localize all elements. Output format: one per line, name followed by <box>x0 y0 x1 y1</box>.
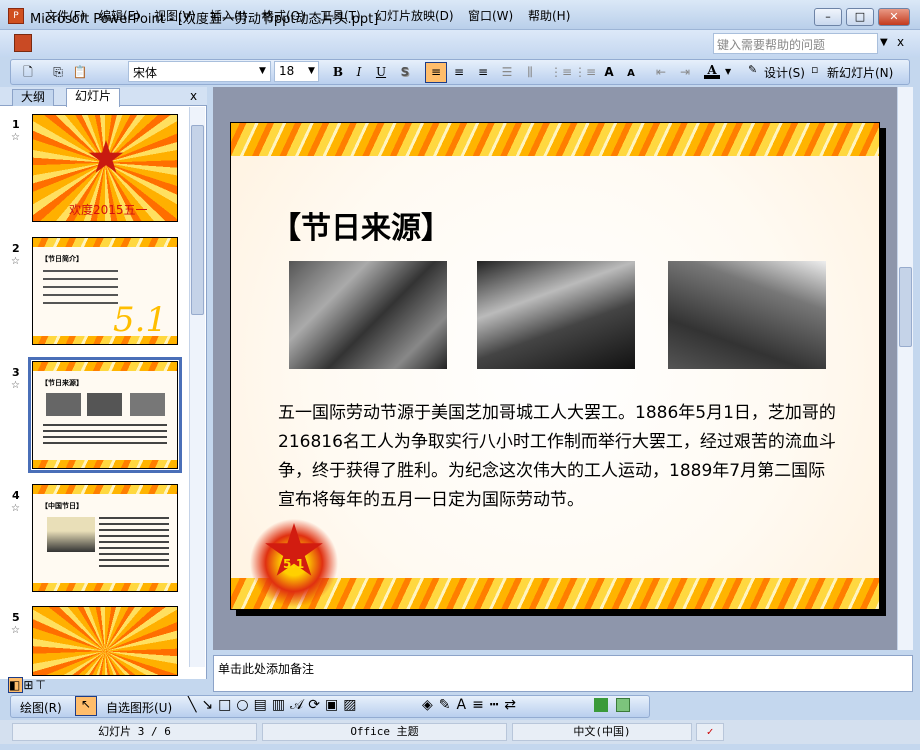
menu-slideshow[interactable]: 幻灯片放映(D) <box>375 7 454 24</box>
align-right-button[interactable]: ≡ <box>474 63 492 81</box>
slide-body-text[interactable]: 五一国际劳动节源于美国芝加哥城工人大罢工。1886年5月1日，芝加哥的21681… <box>278 399 836 515</box>
history-photo-2[interactable] <box>477 261 635 369</box>
history-photo-1[interactable] <box>289 261 447 369</box>
menu-view[interactable]: 视图(V) <box>154 7 196 24</box>
shadow-button[interactable]: S <box>398 63 412 81</box>
help-search-input[interactable]: 键入需要帮助的问题 <box>713 33 878 54</box>
distribute-button[interactable]: ☰ <box>498 63 516 81</box>
document-icon[interactable] <box>14 34 32 52</box>
star-emblem-icon <box>88 140 124 173</box>
history-photo-3[interactable] <box>668 261 826 369</box>
thumbnail-title: 【中国节日】 <box>41 502 83 510</box>
bullets-button[interactable]: ⋮≡ <box>574 63 596 81</box>
align-center-button[interactable]: ≡ <box>450 63 468 81</box>
select-pointer-button[interactable]: ↖ <box>75 696 97 716</box>
normal-view-button[interactable]: ◧ <box>8 677 24 693</box>
increase-indent-button[interactable]: ⇥ <box>677 63 693 81</box>
slide-thumbnail-5[interactable] <box>32 606 178 676</box>
increase-font-button[interactable]: A <box>601 63 617 81</box>
align-left-button[interactable]: ≡ <box>425 62 447 83</box>
thumbnail-title: 【节日来源】 <box>41 379 83 387</box>
font-color-button[interactable]: A <box>704 61 720 79</box>
menu-format[interactable]: 格式(O) <box>262 7 305 24</box>
slideshow-view-button[interactable]: ⊤ <box>35 678 47 692</box>
animation-star-icon: ☆ <box>11 625 20 636</box>
animation-star-icon: ☆ <box>11 380 20 391</box>
menu-window[interactable]: 窗口(W) <box>468 7 513 24</box>
slide-thumbnail-1[interactable]: 欢度2015五一 <box>32 114 178 222</box>
new-icon[interactable]: 🗋 <box>20 63 36 81</box>
status-theme: Office 主题 <box>262 723 507 741</box>
slide-number: 3 <box>12 366 20 379</box>
thumbnail-big-text: 5.1 <box>113 300 168 340</box>
paste-icon[interactable]: 📋 <box>72 63 88 81</box>
powerpoint-icon: P <box>8 8 24 24</box>
menu-edit[interactable]: 编辑(E) <box>99 7 140 24</box>
font-select[interactable]: 宋体 <box>128 61 271 82</box>
slide-thumbnail-4[interactable]: 【中国节日】 <box>32 484 178 592</box>
thumbnail-title: 【节日简介】 <box>41 255 83 263</box>
notes-input[interactable]: 单击此处添加备注 <box>213 655 913 692</box>
decrease-font-button[interactable]: A <box>624 65 638 83</box>
shadow-style-button[interactable] <box>594 698 608 712</box>
bold-button[interactable]: B <box>331 63 345 81</box>
chevron-down-icon[interactable]: ▼ <box>259 66 266 76</box>
new-slide-icon: ▫ <box>811 63 819 76</box>
animation-star-icon: ☆ <box>11 256 20 267</box>
slide-number: 2 <box>12 242 20 255</box>
slide-title[interactable]: 【节日来源】 <box>271 203 451 247</box>
slide-canvas[interactable]: 【节日来源】 五一国际劳动节源于美国芝加哥城工人大罢工。1886年5月1日，芝加… <box>230 122 880 610</box>
top-ray-border <box>231 123 879 156</box>
help-dropdown-icon[interactable]: ▼ <box>880 37 888 48</box>
draw-menu[interactable]: 绘图(R) <box>20 699 62 716</box>
close-panel-button[interactable]: x <box>190 89 197 103</box>
chevron-down-icon[interactable]: ▼ <box>308 66 315 76</box>
close-document-button[interactable]: x <box>897 35 904 49</box>
italic-button[interactable]: I <box>352 63 366 81</box>
badge-text: 5.1 <box>283 557 305 571</box>
animation-star-icon: ☆ <box>11 132 20 143</box>
menu-help[interactable]: 帮助(H) <box>528 7 570 24</box>
chevron-down-icon[interactable]: ▼ <box>725 67 731 76</box>
autoshapes-menu[interactable]: 自选图形(U) <box>106 699 172 716</box>
numbering-button[interactable]: ⋮≡ <box>550 63 572 81</box>
menu-tools[interactable]: 工具(T) <box>320 7 361 24</box>
tab-outline[interactable]: 大纲 <box>12 89 55 106</box>
3d-style-button[interactable] <box>616 698 630 712</box>
status-slide-number: 幻灯片 3 / 6 <box>12 723 257 741</box>
maximize-button[interactable]: □ <box>846 8 874 26</box>
underline-button[interactable]: U <box>374 63 388 81</box>
spellcheck-icon[interactable]: ✓ <box>696 723 724 741</box>
decrease-indent-button[interactable]: ⇤ <box>653 63 669 81</box>
status-language: 中文(中国) <box>512 723 692 741</box>
shape-tools[interactable]: ╲↘□○▤▥𝒜⟳▣▨ <box>188 697 362 713</box>
editor-scrollbar[interactable] <box>897 87 913 650</box>
minimize-button[interactable]: – <box>814 8 842 26</box>
sorter-view-button[interactable]: ⊞ <box>23 678 35 692</box>
slide-thumbnail-2[interactable]: 【节日简介】 5.1 <box>32 237 178 345</box>
panel-scrollbar[interactable] <box>189 107 205 667</box>
thumbnail-text: 欢度2015五一 <box>69 203 148 217</box>
design-button[interactable]: 设计(S) <box>764 64 805 81</box>
design-icon: ✎ <box>748 63 758 76</box>
view-buttons: ◧⊞⊤ <box>8 677 48 693</box>
slide-thumbnail-3[interactable]: 【节日来源】 <box>32 361 178 469</box>
new-slide-button[interactable]: 新幻灯片(N) <box>827 64 893 81</box>
slide-number: 5 <box>12 611 20 624</box>
tab-slides[interactable]: 幻灯片 <box>66 88 121 107</box>
close-button[interactable]: ✕ <box>878 8 910 26</box>
text-direction-button[interactable]: ⫼ <box>521 63 539 81</box>
slide-number: 1 <box>12 118 20 131</box>
copy-icon[interactable]: ⎘ <box>50 63 66 81</box>
slide-number: 4 <box>12 489 20 502</box>
menu-file[interactable]: 文件(F) <box>45 7 85 24</box>
menu-insert[interactable]: 插入(I) <box>210 7 247 24</box>
format-tools[interactable]: ◈✎A≡┅⇄ <box>422 697 522 713</box>
animation-star-icon: ☆ <box>11 503 20 514</box>
